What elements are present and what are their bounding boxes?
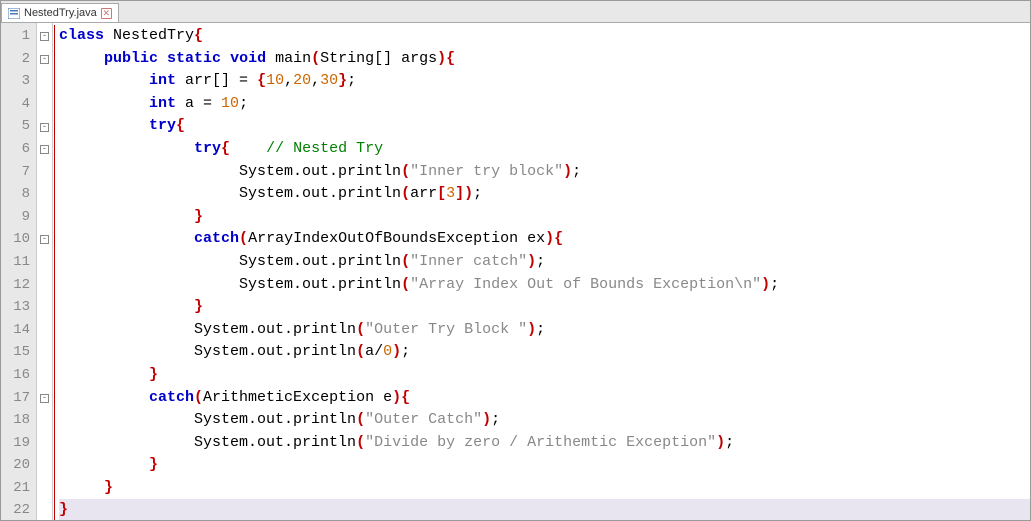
line-number: 21 bbox=[1, 477, 36, 500]
code-line: } bbox=[59, 499, 1030, 520]
code-line: int a = 10; bbox=[59, 93, 1030, 116]
code-line: System.out.println("Outer Catch"); bbox=[59, 409, 1030, 432]
fold-minus-icon[interactable]: - bbox=[40, 32, 49, 41]
line-number: 8 bbox=[1, 183, 36, 206]
fold-cell: - bbox=[37, 46, 52, 69]
code-line: } bbox=[59, 296, 1030, 319]
code-line: System.out.println(a/0); bbox=[59, 341, 1030, 364]
line-number: 18 bbox=[1, 409, 36, 432]
fold-cell bbox=[37, 430, 52, 453]
tab-label: NestedTry.java bbox=[24, 7, 97, 19]
fold-cell: - bbox=[37, 23, 52, 46]
line-number: 6 bbox=[1, 138, 36, 161]
line-number: 22 bbox=[1, 499, 36, 520]
fold-cell: - bbox=[37, 113, 52, 136]
line-number: 14 bbox=[1, 319, 36, 342]
fold-cell: - bbox=[37, 226, 52, 249]
fold-cell bbox=[37, 475, 52, 498]
line-number: 19 bbox=[1, 432, 36, 455]
fold-cell bbox=[37, 68, 52, 91]
line-number: 11 bbox=[1, 251, 36, 274]
fold-minus-icon[interactable]: - bbox=[40, 55, 49, 64]
fold-cell bbox=[37, 249, 52, 272]
code-line: } bbox=[59, 454, 1030, 477]
line-number: 13 bbox=[1, 296, 36, 319]
fold-cell bbox=[37, 497, 52, 520]
code-line: System.out.println("Divide by zero / Ari… bbox=[59, 432, 1030, 455]
line-number: 5 bbox=[1, 115, 36, 138]
java-file-icon bbox=[8, 8, 20, 19]
fold-cell bbox=[37, 91, 52, 114]
fold-cell bbox=[37, 181, 52, 204]
line-number: 10 bbox=[1, 228, 36, 251]
line-number: 2 bbox=[1, 48, 36, 71]
fold-minus-icon[interactable]: - bbox=[40, 145, 49, 154]
line-number: 17 bbox=[1, 387, 36, 410]
fold-cell bbox=[37, 159, 52, 182]
fold-cell bbox=[37, 204, 52, 227]
code-area[interactable]: class NestedTry{ public static void main… bbox=[53, 23, 1030, 520]
code-line: System.out.println("Outer Try Block "); bbox=[59, 319, 1030, 342]
line-number: 12 bbox=[1, 274, 36, 297]
line-number: 4 bbox=[1, 93, 36, 116]
fold-cell bbox=[37, 452, 52, 475]
close-icon[interactable]: ✕ bbox=[101, 8, 112, 19]
code-editor[interactable]: 12345678910111213141516171819202122 ----… bbox=[1, 23, 1030, 520]
code-line: } bbox=[59, 364, 1030, 387]
fold-gutter: - - - - - - bbox=[37, 23, 53, 520]
code-line: System.out.println("Inner catch"); bbox=[59, 251, 1030, 274]
fold-cell: - bbox=[37, 136, 52, 159]
line-number: 1 bbox=[1, 25, 36, 48]
fold-cell bbox=[37, 317, 52, 340]
fold-minus-icon[interactable]: - bbox=[40, 235, 49, 244]
code-line: System.out.println("Inner try block"); bbox=[59, 161, 1030, 184]
code-line: public static void main(String[] args){ bbox=[59, 48, 1030, 71]
fold-minus-icon[interactable]: - bbox=[40, 394, 49, 403]
code-line: System.out.println(arr[3]); bbox=[59, 183, 1030, 206]
tab-nestedtry[interactable]: NestedTry.java ✕ bbox=[1, 3, 119, 22]
code-line: int arr[] = {10,20,30}; bbox=[59, 70, 1030, 93]
code-line: try{ bbox=[59, 115, 1030, 138]
code-line: class NestedTry{ bbox=[59, 25, 1030, 48]
fold-minus-icon[interactable]: - bbox=[40, 123, 49, 132]
fold-cell bbox=[37, 294, 52, 317]
fold-cell bbox=[37, 272, 52, 295]
tab-bar: NestedTry.java ✕ bbox=[1, 1, 1030, 23]
code-line: } bbox=[59, 477, 1030, 500]
line-number: 9 bbox=[1, 206, 36, 229]
code-line: catch(ArrayIndexOutOfBoundsException ex)… bbox=[59, 228, 1030, 251]
code-line: System.out.println("Array Index Out of B… bbox=[59, 274, 1030, 297]
code-line: try{ // Nested Try bbox=[59, 138, 1030, 161]
editor-window: NestedTry.java ✕ 12345678910111213141516… bbox=[0, 0, 1031, 521]
fold-cell bbox=[37, 362, 52, 385]
line-number: 15 bbox=[1, 341, 36, 364]
modified-marker bbox=[54, 25, 55, 520]
fold-cell bbox=[37, 407, 52, 430]
fold-cell: - bbox=[37, 385, 52, 408]
code-line: catch(ArithmeticException e){ bbox=[59, 387, 1030, 410]
code-line: } bbox=[59, 206, 1030, 229]
line-number: 20 bbox=[1, 454, 36, 477]
line-number: 3 bbox=[1, 70, 36, 93]
line-number: 7 bbox=[1, 161, 36, 184]
fold-cell bbox=[37, 339, 52, 362]
line-number-gutter: 12345678910111213141516171819202122 bbox=[1, 23, 37, 520]
line-number: 16 bbox=[1, 364, 36, 387]
